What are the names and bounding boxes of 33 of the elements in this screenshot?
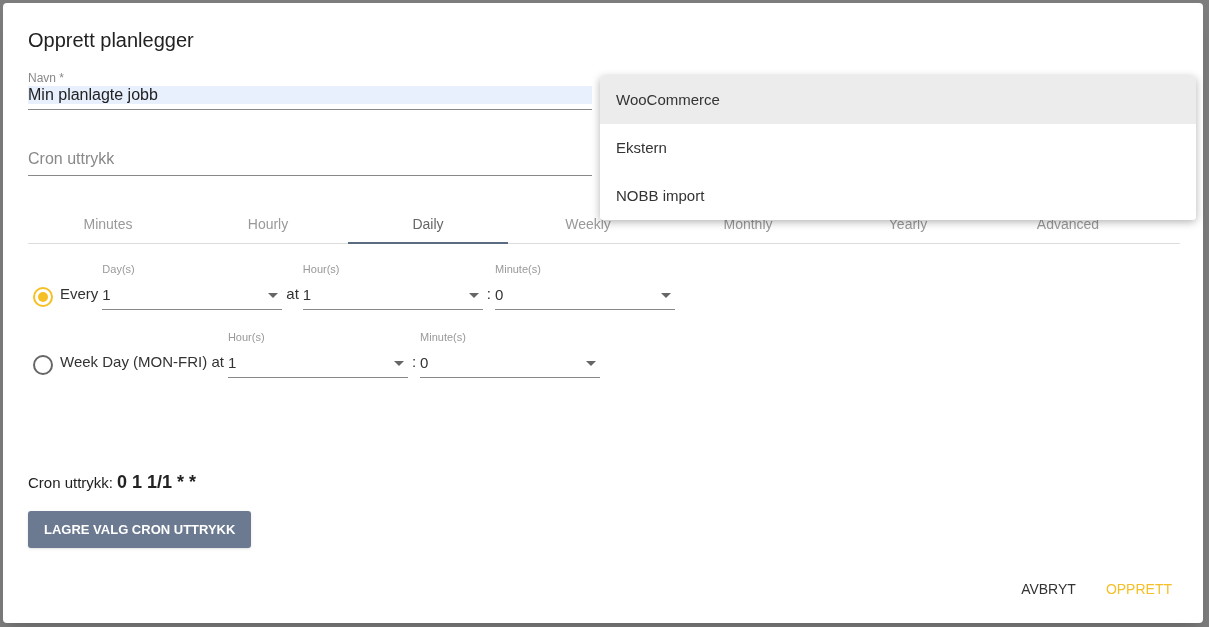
option-label: : bbox=[411, 352, 417, 372]
option-label: : bbox=[486, 284, 492, 304]
field-label: Hour(s) bbox=[227, 331, 266, 344]
cancel-button[interactable]: AVBRYT bbox=[1013, 571, 1084, 607]
result-label: Cron uttrykk: bbox=[28, 473, 114, 493]
radio-button[interactable] bbox=[33, 355, 53, 375]
cron-field[interactable]: Cron uttrykk bbox=[28, 144, 592, 176]
caret-icon bbox=[586, 361, 597, 366]
cron-expression: 0 1 1/1 * * bbox=[117, 471, 197, 494]
select-field[interactable]: 1 bbox=[302, 282, 483, 310]
field-label: Navn * bbox=[28, 71, 66, 85]
field-label: Day(s) bbox=[102, 263, 136, 276]
select-field[interactable]: 1 bbox=[227, 350, 408, 378]
caret-icon bbox=[468, 293, 479, 298]
menu-item[interactable]: WooCommerce bbox=[600, 76, 1196, 124]
option-label: Every bbox=[60, 284, 99, 304]
radio-button[interactable] bbox=[33, 287, 53, 307]
tab[interactable]: Daily bbox=[348, 207, 508, 244]
save-cron-button[interactable]: LAGRE VALG CRON UTTRYKK bbox=[28, 511, 252, 548]
field-label: Hour(s) bbox=[302, 263, 341, 276]
menu-item[interactable]: NOBB import bbox=[600, 172, 1196, 220]
select-field[interactable]: 0 bbox=[495, 282, 676, 310]
option-label: at bbox=[286, 284, 299, 304]
caret-icon bbox=[268, 293, 279, 298]
caret-icon bbox=[393, 361, 404, 366]
dialog-title: Opprett planlegger bbox=[28, 28, 195, 52]
select-field[interactable]: 1 bbox=[102, 282, 283, 310]
caret-icon bbox=[661, 293, 672, 298]
field-label: Minute(s) bbox=[420, 331, 467, 344]
field-label: Minute(s) bbox=[495, 263, 542, 276]
menu-item[interactable]: Ekstern bbox=[600, 124, 1196, 172]
option-label: Week Day (MON-FRI) at bbox=[60, 352, 224, 372]
select-field[interactable]: 0 bbox=[420, 350, 601, 378]
